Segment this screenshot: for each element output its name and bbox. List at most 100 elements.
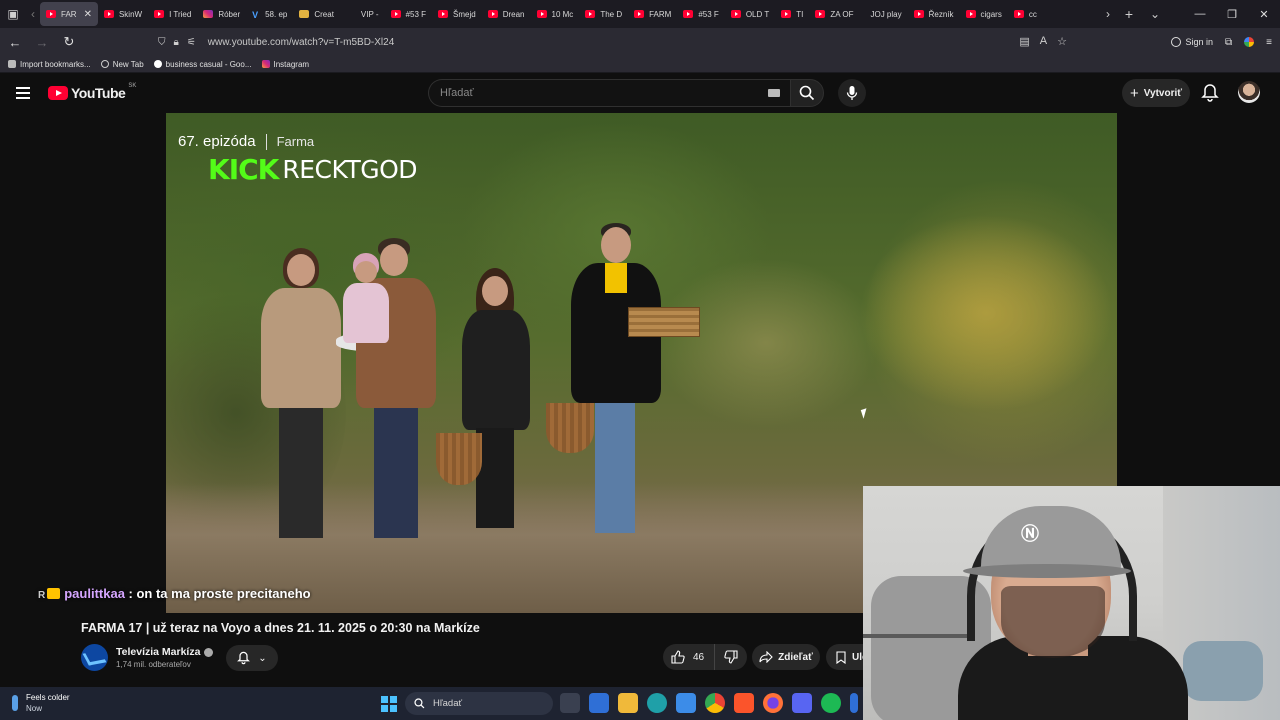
bookmark-item[interactable]: business casual - Goo... [153,60,252,69]
browser-tab[interactable]: V 58. ep [246,2,293,26]
youtube-header: YouTube SK Hľadať + Vytvoriť [0,73,1280,113]
channel-name-row[interactable]: Televízia Markíza [116,646,214,658]
channel-name[interactable]: Televízia Markíza [116,646,200,658]
photos-icon[interactable] [676,693,696,713]
subscription-bell-button[interactable]: ⌄ [226,645,278,671]
weather-title: Feels colder [26,693,70,702]
browser-tab[interactable]: OLD T [725,2,775,26]
bookmark-item[interactable]: New Tab [100,60,144,69]
bookmark-item[interactable]: Instagram [261,59,310,69]
browser-tab[interactable]: FAR ✕ [40,2,98,26]
browser-tab[interactable]: cigars [960,2,1008,26]
window-controls: — ❐ ✕ [1184,0,1280,28]
discord-icon[interactable] [792,693,812,713]
chat-message: Rpaulittkaa : on ta ma proste precitaneh… [38,583,368,607]
maximize-icon[interactable]: ❐ [1216,0,1248,28]
firefox-icon[interactable] [763,693,783,713]
avatar[interactable] [1238,81,1260,103]
forward-icon[interactable]: → [30,30,54,54]
person-woman-beige [261,248,341,548]
browser-tab[interactable]: TI [775,2,809,26]
browser-tab[interactable]: 10 Mc [531,2,580,26]
brave-icon[interactable] [734,693,754,713]
close-tab-icon[interactable]: ✕ [84,9,92,20]
channel-avatar[interactable] [81,644,108,671]
browser-tab[interactable]: The D [579,2,628,26]
search-button[interactable] [790,79,824,107]
weather-widget[interactable]: Feels colder Now [12,692,70,714]
tab-dropdown-icon[interactable]: ⌄ [1142,0,1168,28]
bell-icon [237,651,251,665]
permissions-icon[interactable]: ⚟ [187,37,196,48]
thumbs-down-icon [724,650,738,664]
bookmark-item[interactable]: Import bookmarks... [8,60,91,69]
scroll-tabs-right-icon[interactable]: › [1100,0,1116,28]
like-dislike-group: 46 [663,644,747,670]
youtube-wordmark: YouTube [71,85,126,101]
tab-label: Řezník [928,9,954,19]
dislike-button[interactable] [715,644,747,670]
hamburger-menu-icon[interactable] [16,87,30,99]
create-button[interactable]: + Vytvoriť [1122,79,1190,107]
youtube-icon [46,10,56,18]
file-explorer-icon[interactable] [618,693,638,713]
keyboard-icon[interactable] [768,89,780,97]
youtube-icon [634,10,645,18]
url-text[interactable]: www.youtube.com/watch?v=T-m5BD-Xl24 [208,37,394,48]
crown-badge-icon [47,588,61,599]
verified-icon [204,647,214,657]
translate-icon[interactable]: A [1040,35,1047,48]
browser-tab[interactable]: #53 F [385,2,432,26]
bookmark-star-icon[interactable]: ☆ [1057,35,1067,48]
back-icon[interactable]: ← [3,30,27,54]
shield-icon[interactable]: ⛉ [158,37,166,48]
browser-tab[interactable]: ZA OF [809,2,859,26]
share-button[interactable]: Zdieľať [752,644,820,670]
weather-subtitle: Now [26,704,43,713]
address-bar[interactable]: ⛉ 🔒︎ ⚟ www.youtube.com/watch?v=T-m5BD-Xl… [150,31,1075,53]
doc-icon [299,10,310,18]
sign-in-button[interactable]: Sign in [1171,37,1213,47]
browser-tab[interactable]: cc [1008,2,1043,26]
scroll-tabs-left-icon[interactable]: ‹ [26,0,40,28]
browser-tab[interactable]: Řezník [908,2,960,26]
extensions-icon[interactable]: ⧉ [1225,37,1232,48]
instagram-icon [261,60,270,68]
task-view-icon[interactable] [560,693,580,713]
notifications-bell-icon[interactable] [1201,83,1219,103]
new-tab-icon[interactable]: + [1116,0,1142,28]
browser-tab[interactable]: SkinW [98,2,148,26]
voice-search-button[interactable] [838,79,866,107]
browser-tab[interactable]: JOJ play [859,2,907,26]
reload-icon[interactable]: ↻ [57,30,81,54]
browser-tab[interactable]: VIP - [340,2,385,26]
bookmark-label: Instagram [273,59,310,69]
lock-icon[interactable]: 🔒︎ [174,37,179,48]
menu-icon[interactable]: ≡ [1266,37,1272,48]
calculator-icon[interactable] [850,693,858,713]
taskbar-search-input[interactable]: Hľadať [405,692,553,715]
like-button[interactable]: 46 [663,644,715,670]
spotify-icon[interactable] [821,693,841,713]
chrome-icon[interactable] [705,693,725,713]
search-input[interactable]: Hľadať [428,79,790,107]
youtube-logo[interactable]: YouTube SK [48,83,136,101]
browser-tab[interactable]: Creat [293,2,340,26]
minimize-icon[interactable]: — [1184,0,1216,28]
browser-tab[interactable]: Šmejd [432,2,482,26]
tab-list-icon[interactable]: ▣ [0,0,26,28]
youtube-icon [154,10,165,18]
person-child [341,253,391,373]
browser-tab[interactable]: Róber [197,2,246,26]
browser-tab[interactable]: FARM [628,2,677,26]
windows-start-icon[interactable] [381,696,397,712]
profile-color-icon[interactable] [1244,37,1255,47]
edge-icon[interactable] [647,693,667,713]
reader-view-icon[interactable]: ▤ [1019,35,1029,48]
close-window-icon[interactable]: ✕ [1248,0,1280,28]
store-icon[interactable] [589,693,609,713]
browser-tab[interactable]: #53 F [677,2,724,26]
browser-tab[interactable]: I Tried [148,2,197,26]
episode-label: 67. epizóda Farma [178,133,314,150]
browser-tab[interactable]: Drean [482,2,531,26]
